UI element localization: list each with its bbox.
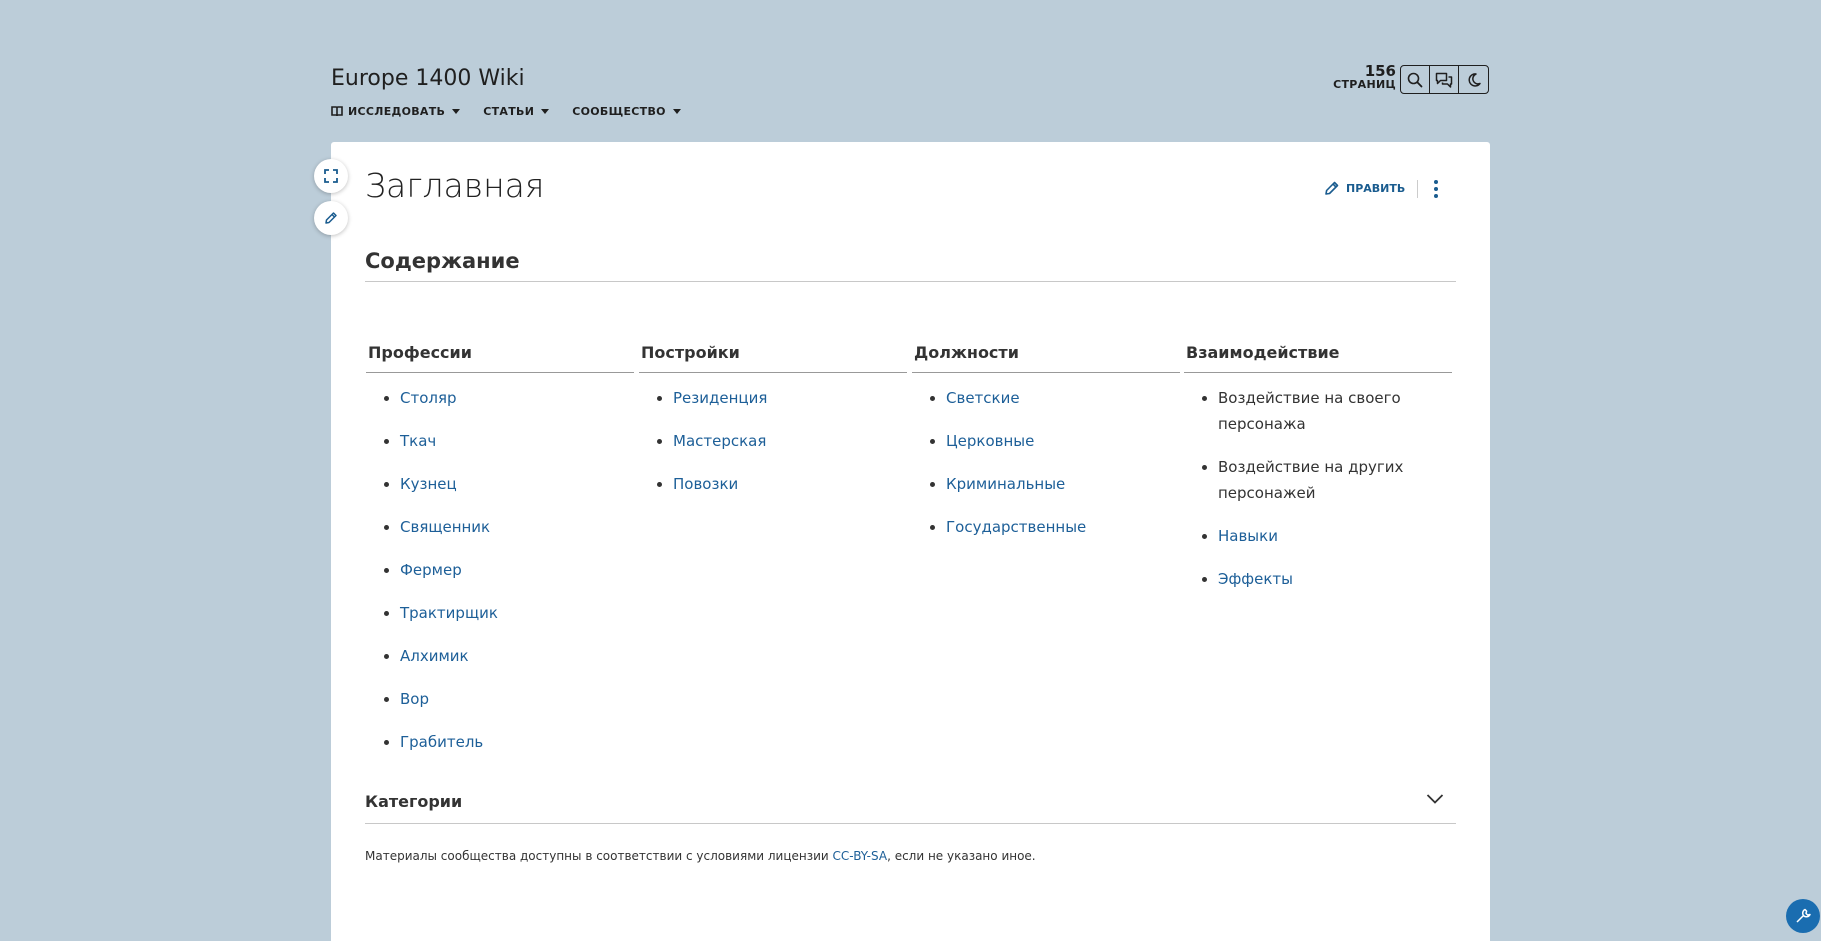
section-heading: Содержание: [365, 249, 520, 273]
contents-column-professions: Профессии Столяр Ткач Кузнец Священник Ф…: [366, 341, 634, 772]
link[interactable]: Кузнец: [400, 475, 457, 493]
link[interactable]: Священник: [400, 518, 490, 536]
categories-toggle[interactable]: Категории: [365, 791, 1456, 824]
link[interactable]: Грабитель: [400, 733, 483, 751]
header-tools: [1400, 65, 1489, 94]
license-text: Материалы сообщества доступны в соответс…: [365, 849, 1036, 863]
theme-toggle-button[interactable]: [1459, 66, 1488, 93]
divider: [365, 281, 1456, 282]
pencil-icon: [325, 212, 337, 224]
search-button[interactable]: [1401, 66, 1430, 93]
nav-articles[interactable]: Статьи: [483, 105, 550, 118]
column-title: Профессии: [366, 341, 634, 373]
license-suffix: , если не указано иное.: [887, 849, 1036, 863]
chevron-down-icon: [672, 109, 681, 114]
list-item: Мастерская: [657, 428, 907, 454]
discussions-button[interactable]: [1430, 66, 1459, 93]
more-dots-icon: [1434, 187, 1438, 191]
nav-explore-label: Исследовать: [348, 105, 446, 118]
categories-label: Категории: [365, 792, 463, 811]
license-link[interactable]: CC-BY-SA: [833, 849, 888, 863]
list-item: Грабитель: [384, 729, 634, 755]
list-item: Государственные: [930, 514, 1180, 540]
fullscreen-button[interactable]: [314, 159, 348, 193]
list-item: Криминальные: [930, 471, 1180, 497]
list-item: Повозки: [657, 471, 907, 497]
list-item: Кузнец: [384, 471, 634, 497]
link[interactable]: Светские: [946, 389, 1020, 407]
contents-column-buildings: Постройки Резиденция Мастерская Повозки: [639, 341, 907, 514]
discussion-icon: [1435, 72, 1453, 88]
list-item: Ткач: [384, 428, 634, 454]
book-icon: [331, 106, 343, 117]
list-text: Воздействие на других персонажей: [1218, 458, 1404, 502]
wrench-icon: [1796, 908, 1811, 923]
page-count: 156 СТРАНИЦ: [1320, 62, 1396, 91]
chevron-down-icon: [541, 109, 550, 114]
nav-explore[interactable]: Исследовать: [331, 105, 461, 118]
link[interactable]: Мастерская: [673, 432, 766, 450]
link[interactable]: Фермер: [400, 561, 462, 579]
list-item: Церковные: [930, 428, 1180, 454]
page-count-label: СТРАНИЦ: [1333, 78, 1396, 91]
column-title: Взаимодействие: [1184, 341, 1452, 373]
list-item: Священник: [384, 514, 634, 540]
link[interactable]: Криминальные: [946, 475, 1065, 493]
link[interactable]: Государственные: [946, 518, 1086, 536]
list-item: Резиденция: [657, 385, 907, 411]
side-edit-button[interactable]: [314, 201, 348, 235]
list-item: Алхимик: [384, 643, 634, 669]
more-dots-icon: [1434, 194, 1438, 198]
list-item: Эффекты: [1202, 566, 1452, 592]
link[interactable]: Повозки: [673, 475, 738, 493]
link-list: Воздействие на своего персонажа Воздейст…: [1184, 385, 1452, 592]
contents-column-interaction: Взаимодействие Воздействие на своего пер…: [1184, 341, 1452, 609]
nav-community[interactable]: Сообщество: [572, 105, 681, 118]
tools-fab[interactable]: [1786, 899, 1820, 933]
link[interactable]: Вор: [400, 690, 429, 708]
list-text: Воздействие на своего персонажа: [1218, 389, 1401, 433]
link[interactable]: Церковные: [946, 432, 1034, 450]
link[interactable]: Навыки: [1218, 527, 1278, 545]
expand-icon: [324, 169, 338, 183]
list-item: Трактирщик: [384, 600, 634, 626]
more-dots-icon: [1434, 180, 1438, 184]
link-list: Столяр Ткач Кузнец Священник Фермер Трак…: [366, 385, 634, 755]
column-title: Постройки: [639, 341, 907, 373]
nav-articles-label: Статьи: [483, 105, 535, 118]
pencil-icon: [1325, 181, 1339, 195]
divider: [1417, 180, 1418, 198]
license-prefix: Материалы сообщества доступны в соответс…: [365, 849, 833, 863]
wiki-title[interactable]: Europe 1400 Wiki: [331, 66, 525, 91]
link-list: Резиденция Мастерская Повозки: [639, 385, 907, 497]
list-item: Светские: [930, 385, 1180, 411]
chevron-down-icon: [452, 109, 461, 114]
link-list: Светские Церковные Криминальные Государс…: [912, 385, 1180, 540]
list-item: Воздействие на своего персонажа: [1202, 385, 1452, 437]
page-title: Заглавная: [365, 166, 545, 205]
list-item: Навыки: [1202, 523, 1452, 549]
contents-column-positions: Должности Светские Церковные Криминальны…: [912, 341, 1180, 557]
chevron-down-icon: [1426, 794, 1444, 804]
edit-button[interactable]: Править: [1324, 180, 1405, 196]
link[interactable]: Резиденция: [673, 389, 767, 407]
moon-icon: [1467, 72, 1481, 87]
link[interactable]: Трактирщик: [400, 604, 498, 622]
list-item: Вор: [384, 686, 634, 712]
list-item: Воздействие на других персонажей: [1202, 454, 1452, 506]
column-title: Должности: [912, 341, 1180, 373]
top-nav: Исследовать Статьи Сообщество: [331, 105, 681, 118]
list-item: Столяр: [384, 385, 634, 411]
list-item: Фермер: [384, 557, 634, 583]
edit-button-label: Править: [1346, 181, 1406, 195]
link[interactable]: Ткач: [400, 432, 436, 450]
nav-community-label: Сообщество: [572, 105, 666, 118]
link[interactable]: Столяр: [400, 389, 457, 407]
more-actions-button[interactable]: [1428, 179, 1444, 199]
link[interactable]: Алхимик: [400, 647, 469, 665]
link[interactable]: Эффекты: [1218, 570, 1293, 588]
page-count-number: 156: [1364, 62, 1396, 80]
search-icon: [1407, 72, 1423, 87]
